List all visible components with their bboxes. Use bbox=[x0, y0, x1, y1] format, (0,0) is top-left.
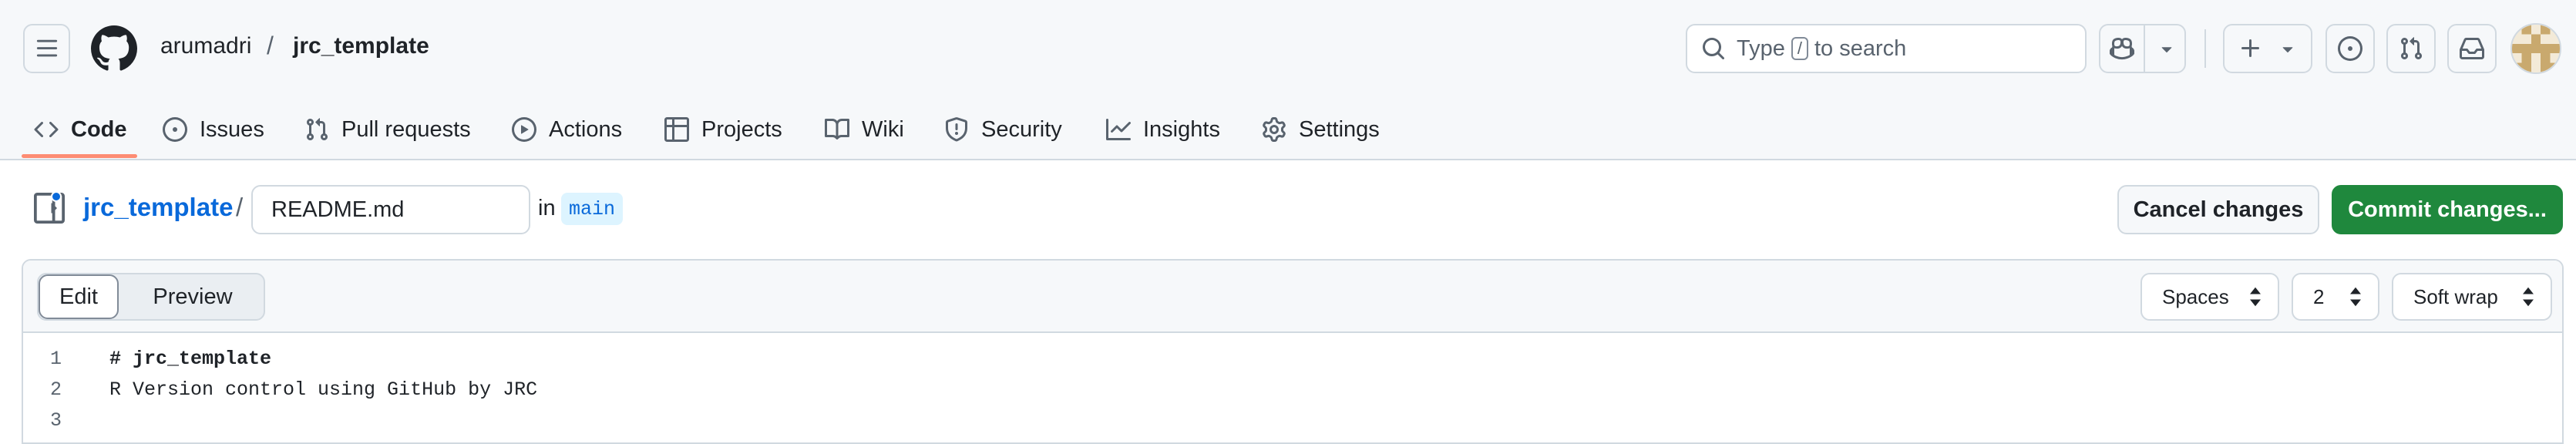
your-pull-requests-button[interactable] bbox=[2386, 24, 2436, 73]
active-tab-underline bbox=[22, 154, 137, 158]
play-icon bbox=[512, 117, 536, 142]
breadcrumb-repo-link[interactable]: jrc_template bbox=[83, 193, 233, 222]
graph-icon bbox=[1106, 119, 1131, 140]
code-line[interactable]: 3 bbox=[23, 405, 2562, 436]
wrap-mode-value: Soft wrap bbox=[2413, 284, 2498, 308]
filename-input[interactable] bbox=[251, 185, 530, 234]
header-divider bbox=[2204, 29, 2206, 68]
tab-label: Settings bbox=[1299, 116, 1380, 142]
line-number: 1 bbox=[49, 348, 62, 370]
gear-icon bbox=[1263, 117, 1286, 142]
line-number: 3 bbox=[49, 409, 62, 432]
line-text: # jrc_template bbox=[109, 348, 272, 370]
code-line[interactable]: 2 R Version control using GitHub by JRC bbox=[23, 375, 2562, 405]
indent-size-value: 2 bbox=[2313, 284, 2325, 308]
git-pull-request-icon bbox=[306, 118, 328, 141]
user-avatar[interactable] bbox=[2510, 23, 2561, 74]
triangle-down-icon bbox=[2282, 47, 2293, 53]
search-shortcut-key: / bbox=[1791, 37, 1808, 60]
tab-label: Actions bbox=[549, 116, 623, 142]
file-edit-bar: jrc_template / in main Cancel changes Co… bbox=[0, 162, 2576, 261]
inbox-button[interactable] bbox=[2447, 24, 2497, 73]
copilot-divider bbox=[2144, 25, 2145, 72]
issue-opened-icon bbox=[163, 117, 187, 142]
tab-label: Security bbox=[981, 116, 1062, 142]
select-arrows-icon bbox=[2523, 287, 2534, 307]
indent-mode-value: Spaces bbox=[2162, 284, 2229, 308]
tab-wiki[interactable]: Wiki bbox=[825, 99, 904, 160]
cancel-changes-button[interactable]: Cancel changes bbox=[2117, 185, 2319, 234]
edit-mode-button[interactable]: Edit bbox=[39, 274, 119, 319]
line-number: 2 bbox=[49, 378, 62, 401]
table-icon bbox=[664, 117, 689, 142]
repo-owner-link[interactable]: arumadri bbox=[160, 33, 251, 59]
identicon-icon bbox=[2512, 25, 2560, 72]
git-pull-request-icon bbox=[2400, 37, 2423, 60]
code-line[interactable]: 1 # jrc_template bbox=[23, 344, 2562, 375]
search-input[interactable]: Type / to search bbox=[1686, 24, 2087, 73]
branch-name-badge: main bbox=[561, 193, 624, 225]
inbox-icon bbox=[2460, 38, 2484, 59]
triangle-down-icon[interactable] bbox=[2156, 38, 2177, 59]
book-icon bbox=[825, 118, 849, 140]
repo-name-link[interactable]: jrc_template bbox=[293, 33, 429, 59]
indent-mode-select[interactable]: Spaces bbox=[2141, 273, 2279, 321]
tab-insights[interactable]: Insights bbox=[1106, 99, 1220, 160]
shield-icon bbox=[946, 117, 967, 142]
indent-size-select[interactable]: 2 bbox=[2292, 273, 2379, 321]
breadcrumb-separator: / bbox=[267, 32, 274, 59]
select-arrows-icon bbox=[2350, 287, 2361, 307]
three-bars-icon bbox=[36, 39, 57, 57]
your-issues-button[interactable] bbox=[2325, 24, 2375, 73]
issue-opened-icon bbox=[2338, 36, 2362, 61]
preview-mode-button[interactable]: Preview bbox=[123, 274, 262, 319]
code-icon bbox=[34, 121, 59, 138]
tab-label: Wiki bbox=[862, 116, 904, 142]
repo-tab-nav: Code Issues Pull requests Actions Projec… bbox=[0, 99, 2576, 160]
unsaved-indicator-dot bbox=[51, 191, 62, 202]
open-menu-button[interactable] bbox=[23, 24, 70, 73]
tab-settings[interactable]: Settings bbox=[1262, 99, 1380, 160]
tab-label: Code bbox=[71, 116, 127, 142]
search-suffix: to search bbox=[1814, 35, 1907, 61]
edit-preview-toggle: Edit Preview bbox=[37, 273, 265, 321]
code-editor: Edit Preview Spaces 2 Soft wrap 1 # jrc_… bbox=[22, 259, 2564, 444]
branch-prefix-label: in bbox=[538, 196, 556, 220]
tab-label: Insights bbox=[1143, 116, 1220, 142]
tab-pull-requests[interactable]: Pull requests bbox=[304, 99, 471, 160]
tab-label: Projects bbox=[701, 116, 782, 142]
tab-actions[interactable]: Actions bbox=[512, 99, 622, 160]
editor-toolbar: Edit Preview Spaces 2 Soft wrap bbox=[23, 261, 2562, 333]
copilot-button-group[interactable] bbox=[2099, 24, 2186, 73]
create-new-button[interactable] bbox=[2223, 24, 2312, 73]
commit-changes-button[interactable]: Commit changes... bbox=[2332, 185, 2563, 234]
select-arrows-icon bbox=[2250, 287, 2261, 307]
tab-label: Pull requests bbox=[341, 116, 471, 142]
tab-projects[interactable]: Projects bbox=[664, 99, 782, 160]
breadcrumb-separator: / bbox=[236, 193, 244, 221]
copilot-icon bbox=[2110, 37, 2134, 60]
line-text: R Version control using GitHub by JRC bbox=[109, 378, 538, 401]
github-logo-icon[interactable] bbox=[91, 25, 137, 72]
search-prefix: Type bbox=[1737, 35, 1785, 61]
tab-security[interactable]: Security bbox=[944, 99, 1062, 160]
global-header: arumadri / jrc_template Type / to search bbox=[0, 0, 2576, 160]
tab-code[interactable]: Code bbox=[34, 99, 127, 160]
search-icon bbox=[1703, 38, 1725, 60]
tab-label: Issues bbox=[200, 116, 264, 142]
top-bar: arumadri / jrc_template Type / to search bbox=[0, 0, 2576, 99]
tab-issues[interactable]: Issues bbox=[163, 99, 264, 160]
plus-icon bbox=[2241, 39, 2259, 57]
wrap-mode-select[interactable]: Soft wrap bbox=[2392, 273, 2552, 321]
